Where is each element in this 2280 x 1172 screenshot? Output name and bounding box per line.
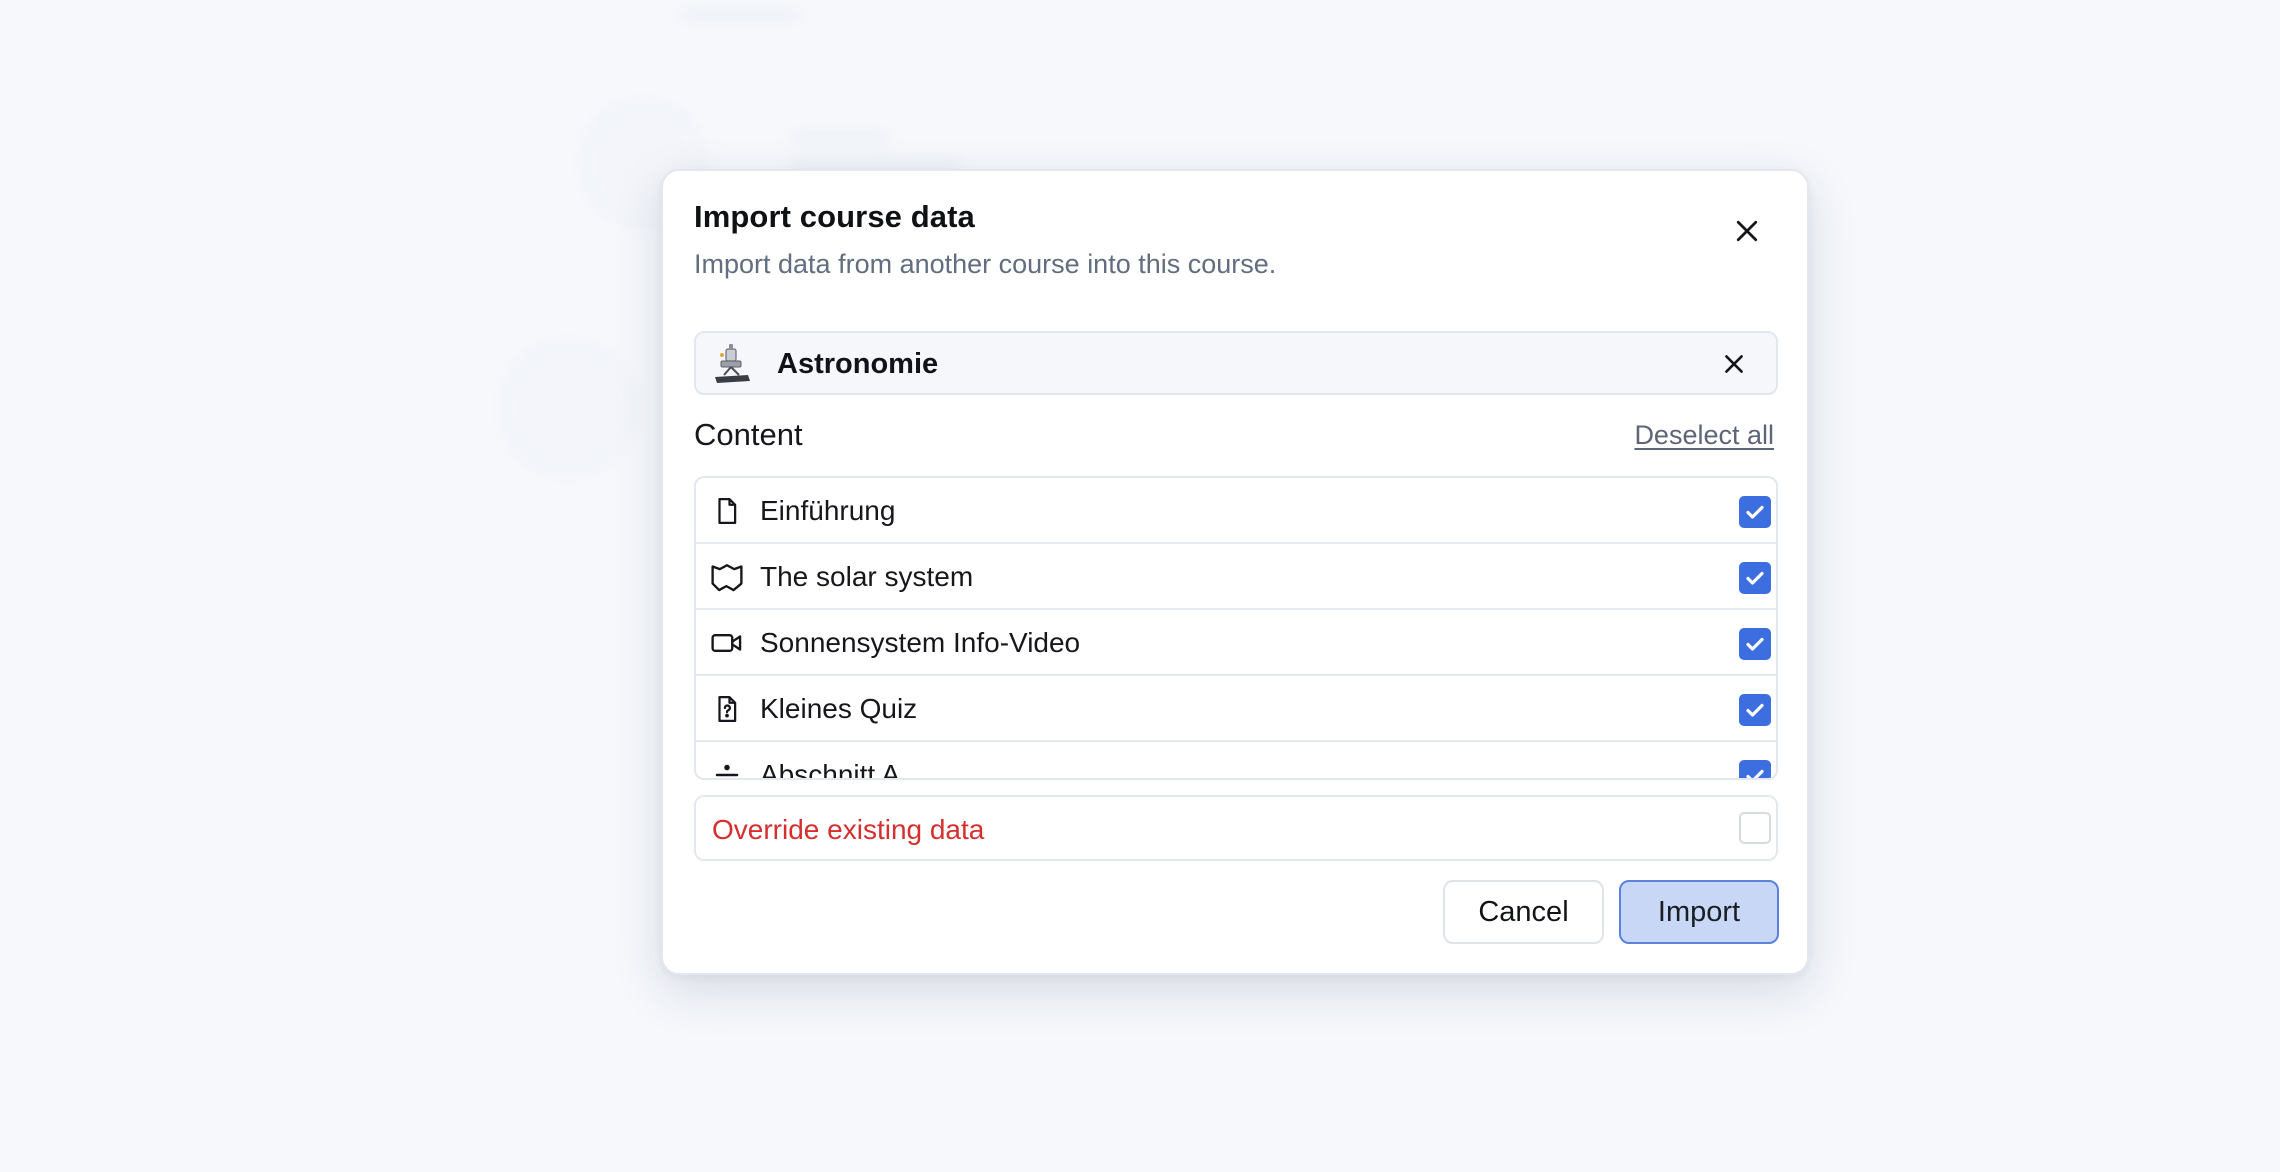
- list-item[interactable]: Kleines Quiz: [696, 676, 1776, 742]
- background-line: [790, 132, 890, 142]
- clear-course-button[interactable]: [1717, 347, 1751, 381]
- list-item[interactable]: Sonnensystem Info-Video: [696, 610, 1776, 676]
- list-item[interactable]: The solar system: [696, 544, 1776, 610]
- check-icon: [1746, 571, 1764, 585]
- selected-course-field[interactable]: Astronomie: [694, 331, 1778, 395]
- close-dialog-button[interactable]: [1727, 211, 1767, 251]
- override-label: Override existing data: [712, 814, 985, 845]
- close-icon: [1725, 355, 1743, 373]
- check-icon: [1746, 769, 1764, 778]
- list-item-label: Abschnitt A: [760, 759, 901, 780]
- background-line: [680, 10, 800, 20]
- override-existing-option[interactable]: Override existing data: [694, 795, 1778, 861]
- dialog-title: Import course data: [694, 199, 975, 234]
- background-line: [790, 158, 960, 168]
- list-item-label: Sonnensystem Info-Video: [760, 627, 1081, 658]
- quiz-icon: [710, 692, 744, 726]
- deselect-all-link[interactable]: Deselect all: [1634, 420, 1774, 451]
- list-item-label: The solar system: [760, 561, 974, 592]
- dialog-subtitle: Import data from another course into thi…: [694, 249, 1277, 279]
- cancel-button[interactable]: Cancel: [1443, 880, 1604, 944]
- list-item[interactable]: Einführung: [696, 478, 1776, 544]
- check-icon: [1746, 637, 1764, 651]
- video-icon: [710, 626, 744, 660]
- import-course-dialog: Import course data Import data from anot…: [661, 169, 1809, 975]
- content-section-label: Content: [694, 417, 803, 452]
- check-icon: [1746, 505, 1764, 519]
- item-checkbox[interactable]: [1739, 694, 1771, 726]
- list-item-label: Kleines Quiz: [760, 693, 918, 724]
- content-list: Einführung The solar system Sonnensystem…: [694, 476, 1778, 780]
- check-icon: [1746, 703, 1764, 717]
- background-avatar: [500, 340, 636, 476]
- telescope-icon: [715, 344, 750, 383]
- course-name: Astronomie: [777, 348, 939, 380]
- import-button[interactable]: Import: [1619, 880, 1779, 944]
- override-checkbox[interactable]: [1739, 812, 1771, 844]
- item-checkbox[interactable]: [1739, 496, 1771, 528]
- map-icon: [710, 560, 744, 594]
- item-checkbox[interactable]: [1739, 562, 1771, 594]
- list-item[interactable]: Abschnitt A: [696, 742, 1776, 780]
- item-checkbox[interactable]: [1739, 760, 1771, 778]
- close-icon: [1736, 220, 1758, 242]
- item-checkbox[interactable]: [1739, 628, 1771, 660]
- list-item-label: Einführung: [760, 495, 896, 526]
- divider-icon: [710, 758, 744, 778]
- document-icon: [710, 494, 744, 528]
